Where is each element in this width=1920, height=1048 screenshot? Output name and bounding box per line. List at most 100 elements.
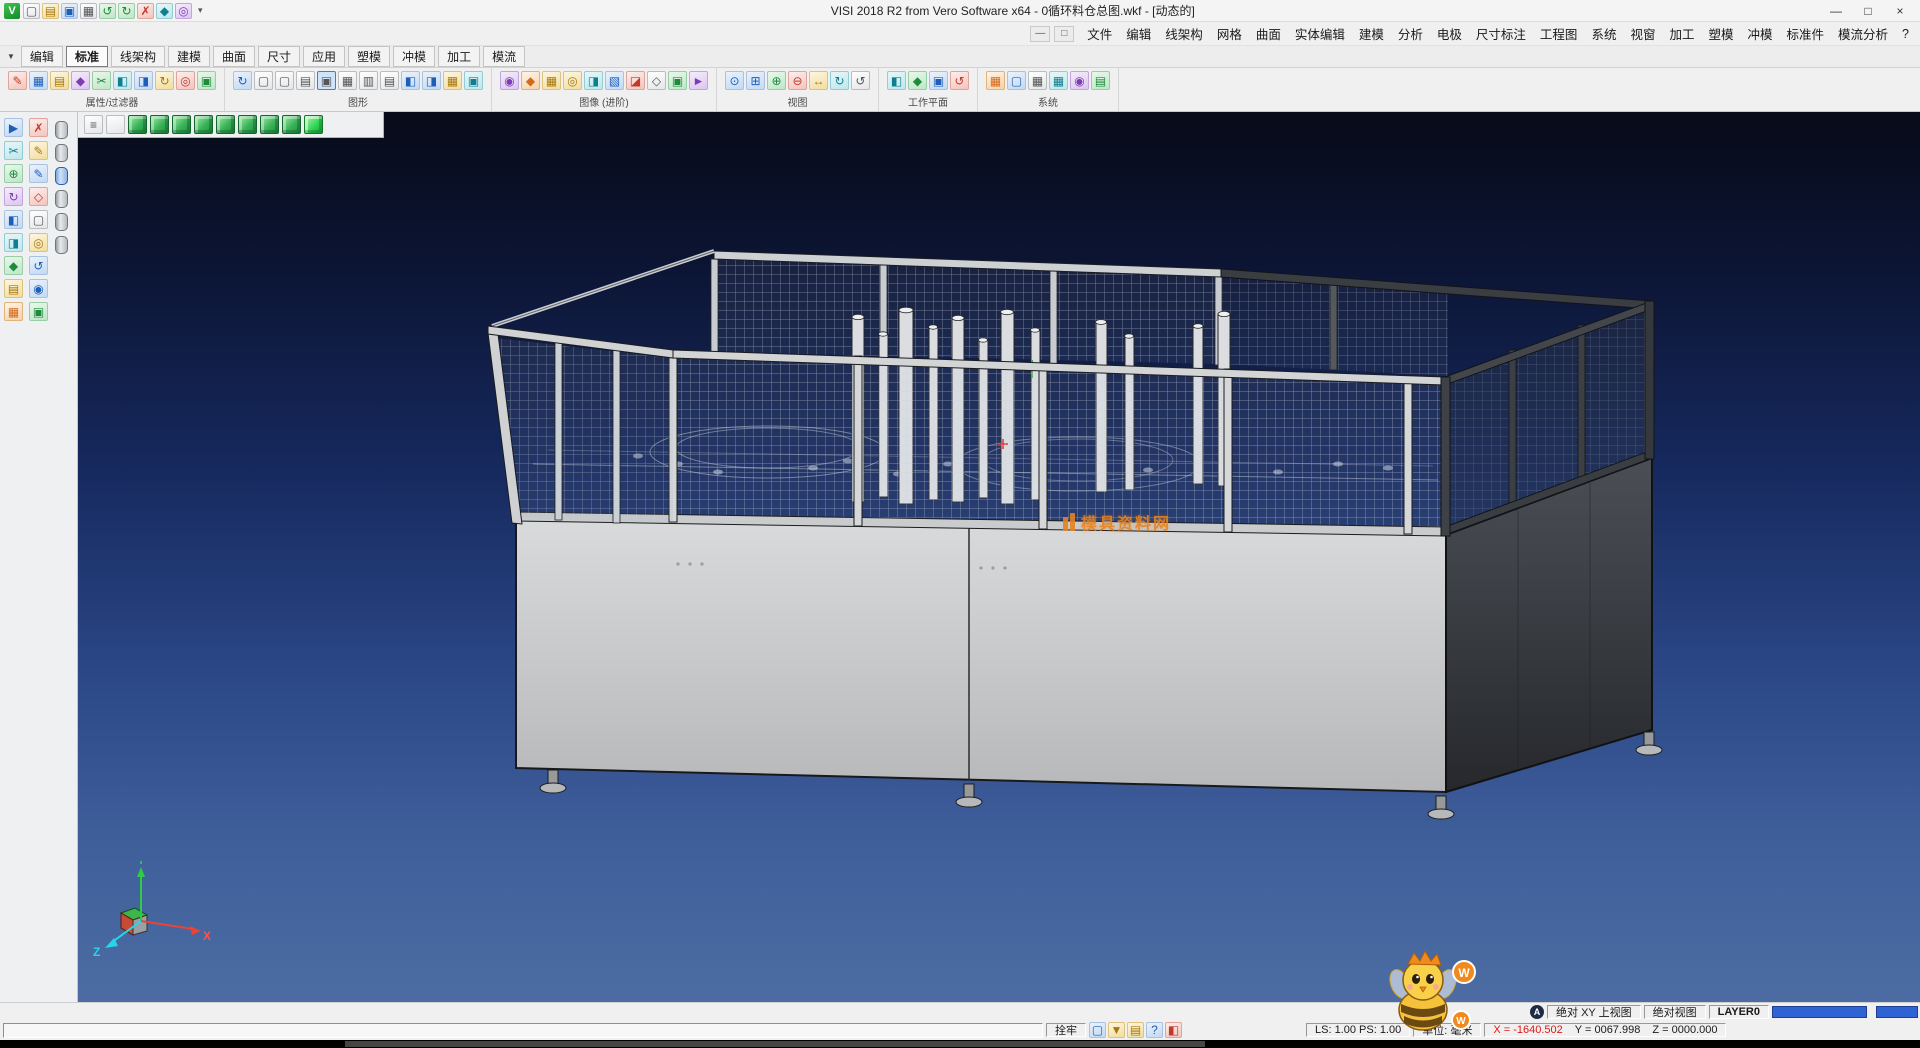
redraw-icon[interactable]: ↻ <box>233 71 252 90</box>
menu-flow-analysis[interactable]: 模流分析 <box>1831 22 1895 45</box>
options-icon[interactable]: ◎ <box>175 3 192 19</box>
tab-dimension[interactable]: 尺寸 <box>258 46 300 67</box>
mask-filter-icon[interactable]: ◨ <box>134 71 153 90</box>
shadows-icon[interactable]: ◨ <box>584 71 603 90</box>
close-button[interactable]: × <box>1884 1 1916 21</box>
print-icon[interactable]: ▦ <box>80 3 97 19</box>
view-cube-icon[interactable]: ◧ <box>401 71 420 90</box>
sheet-list-icon[interactable]: ▤ <box>380 71 399 90</box>
undo-tool-icon[interactable]: ↺ <box>29 256 48 275</box>
axonometric-view-icon[interactable] <box>282 115 301 134</box>
render-icon[interactable]: ◉ <box>500 71 519 90</box>
element-filter-icon[interactable]: ◧ <box>113 71 132 90</box>
history-icon[interactable]: ◎ <box>29 233 48 252</box>
workplane-standard-icon[interactable]: ◧ <box>887 71 906 90</box>
wireframe-mode-icon[interactable]: ▣ <box>317 71 336 90</box>
bottom-view-icon[interactable] <box>260 115 279 134</box>
export-image-icon[interactable]: ▣ <box>668 71 687 90</box>
select-feature-icon[interactable] <box>55 213 68 231</box>
tab-edit[interactable]: 编辑 <box>21 46 63 67</box>
undo-icon[interactable]: ↺ <box>99 3 116 19</box>
match-properties-icon[interactable]: ↻ <box>155 71 174 90</box>
quick-zoom-icon[interactable]: ▼ <box>1108 1022 1125 1038</box>
surfaces-tool-icon[interactable]: ◨ <box>4 233 23 252</box>
monitor-config-icon[interactable]: ▢ <box>1007 71 1026 90</box>
delete-element-icon[interactable]: ✗ <box>29 118 48 137</box>
tab-mold[interactable]: 塑模 <box>348 46 390 67</box>
menu-file[interactable]: 文件 <box>1080 22 1119 45</box>
menu-dimension[interactable]: 尺寸标注 <box>1469 22 1533 45</box>
menu-edit[interactable]: 编辑 <box>1119 22 1158 45</box>
tab-die[interactable]: 冲模 <box>393 46 435 67</box>
background-icon[interactable]: ▧ <box>605 71 624 90</box>
select-face-icon[interactable] <box>55 144 68 162</box>
active-layer-indicator[interactable]: LAYER0 <box>1709 1005 1769 1019</box>
rotate-view-icon[interactable]: ↻ <box>830 71 849 90</box>
tab-wireframe[interactable]: 线架构 <box>111 46 165 67</box>
maximize-button[interactable]: □ <box>1852 1 1884 21</box>
quick-access-dropdown[interactable]: ▾ <box>195 5 206 16</box>
grid-settings-icon[interactable]: ▦ <box>1049 71 1068 90</box>
menu-mold[interactable]: 塑模 <box>1701 22 1740 45</box>
properties-icon[interactable]: ✎ <box>8 71 27 90</box>
folder-icon[interactable]: ▤ <box>1127 1022 1144 1038</box>
sheet-copy-icon[interactable]: ▤ <box>296 71 315 90</box>
workplane-3point-icon[interactable]: ◆ <box>908 71 927 90</box>
layer-filter-icon[interactable]: ▤ <box>50 71 69 90</box>
menu-modeling[interactable]: 建模 <box>1352 22 1391 45</box>
section-view-icon[interactable]: ◪ <box>626 71 645 90</box>
lights-icon[interactable]: ◎ <box>563 71 582 90</box>
tab-flow[interactable]: 模流 <box>483 46 525 67</box>
front-view-icon[interactable] <box>172 115 191 134</box>
menu-die[interactable]: 冲模 <box>1741 22 1780 45</box>
pan-view-icon[interactable]: ↔ <box>809 71 828 90</box>
iso-view-icon[interactable] <box>128 115 147 134</box>
shaded-mode-icon[interactable]: ▦ <box>338 71 357 90</box>
color-table-icon[interactable]: ▦ <box>986 71 1005 90</box>
selection-filter-icon[interactable]: ◎ <box>176 71 195 90</box>
back-view-icon[interactable] <box>238 115 257 134</box>
solids-tool-icon[interactable]: ◧ <box>4 210 23 229</box>
command-input[interactable] <box>3 1023 1043 1038</box>
filter-settings-icon[interactable]: ▣ <box>197 71 216 90</box>
module-cube-icon[interactable]: ◧ <box>1165 1022 1182 1038</box>
new-file-icon[interactable]: ▢ <box>23 3 40 19</box>
view-reference-indicator[interactable]: 绝对视图 <box>1644 1005 1706 1019</box>
select-icon[interactable]: ▶ <box>4 118 23 137</box>
left-view-icon[interactable] <box>216 115 235 134</box>
tab-surface[interactable]: 曲面 <box>213 46 255 67</box>
workplane-view-icon[interactable]: ▣ <box>929 71 948 90</box>
zoom-out-icon[interactable]: ⊖ <box>788 71 807 90</box>
hidden-line-icon[interactable]: ▥ <box>359 71 378 90</box>
calculator-icon[interactable]: ▦ <box>1028 71 1047 90</box>
menu-help[interactable]: ? <box>1895 25 1916 43</box>
select-edge-icon[interactable] <box>55 167 68 185</box>
database-icon[interactable]: ▤ <box>1091 71 1110 90</box>
linetype-filter-icon[interactable]: ◆ <box>71 71 90 90</box>
menu-surface[interactable]: 曲面 <box>1249 22 1288 45</box>
view-split-icon[interactable]: ◨ <box>422 71 441 90</box>
delete-icon[interactable]: ✗ <box>137 3 154 19</box>
tab-application[interactable]: 应用 <box>303 46 345 67</box>
menu-standard-parts[interactable]: 标准件 <box>1780 22 1832 45</box>
curves-tool-icon[interactable]: ◆ <box>4 256 23 275</box>
right-view-icon[interactable] <box>194 115 213 134</box>
redo-icon[interactable]: ↻ <box>118 3 135 19</box>
tab-modeling[interactable]: 建模 <box>168 46 210 67</box>
zoom-extents-icon[interactable]: ⊙ <box>725 71 744 90</box>
animation-icon[interactable]: ► <box>689 71 708 90</box>
zoom-window-icon[interactable]: ⊞ <box>746 71 765 90</box>
tab-standard[interactable]: 标准 <box>66 46 108 67</box>
new-sheet-icon[interactable]: ▢ <box>254 71 273 90</box>
dynamic-view-icon[interactable] <box>304 115 323 134</box>
menu-drafting[interactable]: 工程图 <box>1533 22 1585 45</box>
annotation-icon[interactable]: ▢ <box>29 210 48 229</box>
tab-machining[interactable]: 加工 <box>438 46 480 67</box>
mdi-minimize-button[interactable]: — <box>1030 26 1050 42</box>
snap-point-icon[interactable]: ⊕ <box>4 164 23 183</box>
top-view-icon[interactable] <box>150 115 169 134</box>
measure-icon[interactable]: ◆ <box>156 3 173 19</box>
menu-solid-edit[interactable]: 实体编辑 <box>1288 22 1352 45</box>
tab-dropdown-icon[interactable]: ▼ <box>4 52 18 61</box>
menu-mesh[interactable]: 网格 <box>1210 22 1249 45</box>
